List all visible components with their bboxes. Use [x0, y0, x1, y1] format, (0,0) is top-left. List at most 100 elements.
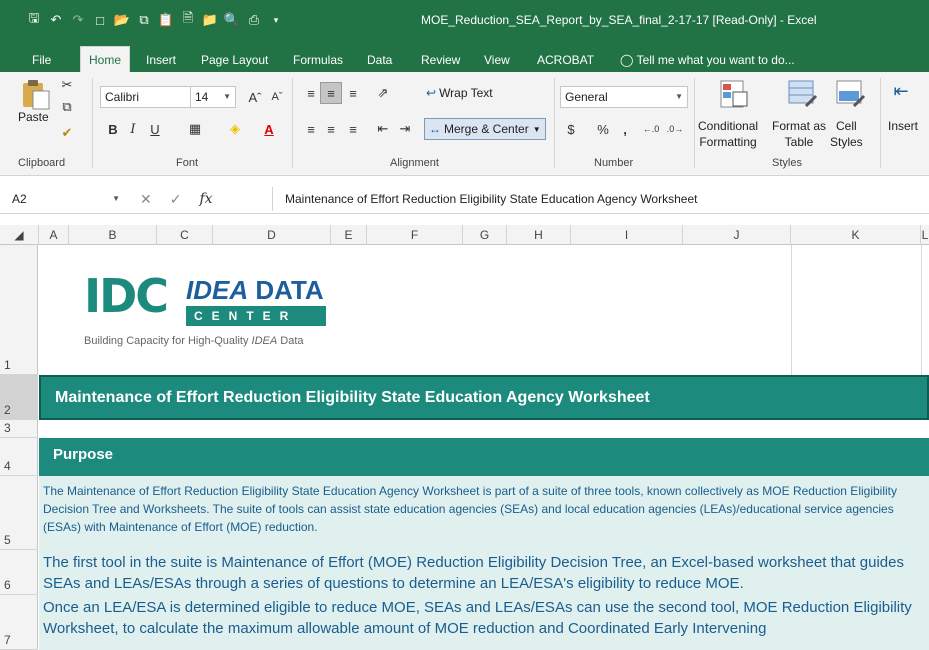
tell-me-text: Tell me what you want to do... — [636, 53, 795, 67]
grid-line — [921, 245, 922, 375]
conditional-formatting-button[interactable]: Conditional Formatting — [698, 118, 758, 150]
merge-center-button[interactable]: ↔ Merge & Center ▼ — [424, 118, 546, 140]
wrap-text-button[interactable]: ↩ Wrap Text — [426, 86, 493, 100]
italic-button[interactable]: I — [122, 118, 144, 140]
tab-review[interactable]: Review — [413, 48, 468, 72]
formula-input[interactable]: Maintenance of Effort Reduction Eligibil… — [272, 187, 929, 211]
purpose-heading-cell[interactable]: Purpose — [39, 438, 929, 476]
redo-icon[interactable]: ↷ — [70, 12, 86, 28]
paste-button[interactable]: Paste — [18, 110, 49, 124]
column-header[interactable]: E — [331, 225, 367, 245]
tab-acrobat[interactable]: ACROBAT — [529, 48, 602, 72]
chevron-down-icon: ▼ — [112, 194, 120, 203]
tab-file[interactable]: File — [24, 48, 59, 72]
open-folder-icon[interactable]: 📂 — [114, 12, 130, 28]
customize-qat-icon[interactable]: ▾ — [268, 12, 284, 28]
name-box-value: A2 — [12, 192, 27, 206]
insert-function-icon[interactable]: fx — [199, 191, 212, 207]
paste-icon[interactable] — [20, 78, 52, 110]
borders-icon[interactable]: ▦ — [184, 118, 206, 140]
underline-button[interactable]: U — [144, 118, 166, 140]
tab-formulas[interactable]: Formulas — [285, 48, 351, 72]
row-header[interactable]: 1 — [0, 245, 38, 375]
row-header[interactable]: 5 — [0, 476, 38, 550]
cell-styles-label-1: Cell — [836, 119, 857, 133]
column-header[interactable]: I — [571, 225, 683, 245]
tab-data[interactable]: Data — [359, 48, 400, 72]
decrease-indent-icon[interactable]: ⇤ — [372, 118, 394, 140]
currency-button[interactable]: $ — [560, 118, 582, 140]
new-file-icon[interactable]: □ — [92, 12, 108, 28]
print-preview-icon[interactable]: 🗎 — [180, 10, 196, 28]
increase-indent-icon[interactable]: ⇥ — [394, 118, 416, 140]
row-header[interactable]: 4 — [0, 438, 38, 476]
copy-icon[interactable]: ⧉ — [136, 12, 152, 28]
purpose-paragraph-1[interactable]: The Maintenance of Effort Reduction Elig… — [39, 476, 929, 550]
tell-me-box[interactable]: ◯ Tell me what you want to do... — [612, 48, 803, 72]
column-header[interactable]: G — [463, 225, 507, 245]
column-header[interactable]: A — [39, 225, 69, 245]
decrease-font-icon[interactable]: Aˇ — [266, 86, 288, 108]
cell-styles-label-2: Styles — [830, 135, 863, 149]
enter-icon[interactable]: ✓ — [170, 191, 182, 208]
fill-color-icon[interactable]: ◈ — [224, 118, 246, 140]
copy-icon[interactable]: ⧉ — [56, 96, 78, 118]
save-icon[interactable]: 🖫 — [26, 10, 42, 28]
column-header[interactable]: C — [157, 225, 213, 245]
name-box[interactable]: A2 ▼ — [8, 188, 126, 210]
format-painter-icon[interactable]: ✔ — [56, 122, 78, 144]
empty-row[interactable] — [39, 420, 929, 438]
tab-view[interactable]: View — [476, 48, 518, 72]
align-bottom-icon[interactable]: ≡ — [342, 82, 364, 104]
column-header[interactable]: B — [69, 225, 157, 245]
align-left-icon[interactable]: ≡ — [300, 118, 322, 140]
orientation-icon[interactable]: ⇗ — [372, 82, 394, 104]
number-format-select[interactable]: General ▼ — [560, 86, 688, 108]
column-header[interactable]: L — [921, 225, 929, 245]
increase-font-icon[interactable]: Aˆ — [244, 86, 266, 108]
column-header[interactable]: H — [507, 225, 571, 245]
align-top-icon[interactable]: ≡ — [300, 82, 322, 104]
row-header[interactable]: 3 — [0, 420, 38, 438]
comma-button[interactable]: , — [614, 118, 636, 140]
cell-styles-button[interactable]: Cell Styles — [830, 118, 863, 150]
column-header[interactable]: K — [791, 225, 921, 245]
undo-icon[interactable]: ↶ — [48, 12, 64, 28]
row-header[interactable]: 7 — [0, 595, 38, 650]
font-size-select[interactable]: 14 ▼ — [190, 86, 236, 108]
select-all-corner[interactable]: ◢ — [0, 225, 39, 245]
column-header[interactable]: F — [367, 225, 463, 245]
ribbon-home: Paste ✂ ⧉ ✔ Clipboard Calibri ▼ 14 ▼ Aˆ Aˇ… — [0, 72, 929, 176]
format-as-table-icon[interactable] — [786, 78, 818, 110]
row-header[interactable]: 2 — [0, 375, 38, 420]
print-icon[interactable]: ⎙ — [246, 12, 262, 28]
bold-button[interactable]: B — [102, 118, 124, 140]
folder-icon[interactable]: 📁 — [202, 12, 218, 28]
worksheet-title-cell[interactable]: Maintenance of Effort Reduction Eligibil… — [39, 375, 929, 420]
insert-cells-icon[interactable]: ⇤ — [890, 80, 912, 102]
cut-icon[interactable]: ✂ — [56, 74, 78, 96]
align-right-icon[interactable]: ≡ — [342, 118, 364, 140]
purpose-paragraph-2[interactable]: The first tool in the suite is Maintenan… — [39, 550, 929, 595]
font-color-icon[interactable]: A — [258, 118, 280, 140]
purpose-paragraph-3[interactable]: Once an LEA/ESA is determined eligible t… — [39, 595, 929, 650]
increase-decimal-icon[interactable]: ←.0 — [640, 118, 662, 140]
conditional-formatting-icon[interactable] — [718, 78, 750, 110]
insert-cells-button[interactable]: Insert — [888, 118, 918, 134]
format-as-table-button[interactable]: Format as Table — [772, 118, 826, 150]
tab-page-layout[interactable]: Page Layout — [193, 48, 276, 72]
paste-icon[interactable]: 📋 — [158, 12, 174, 28]
align-middle-icon[interactable]: ≡ — [320, 82, 342, 104]
row-header[interactable]: 6 — [0, 550, 38, 595]
tab-insert[interactable]: Insert — [138, 48, 184, 72]
decrease-decimal-icon[interactable]: .0→ — [664, 118, 686, 140]
column-header[interactable]: D — [213, 225, 331, 245]
align-center-icon[interactable]: ≡ — [320, 118, 342, 140]
preview-icon[interactable]: 🔍 — [224, 12, 240, 28]
cell-styles-icon[interactable] — [834, 78, 866, 110]
worksheet-grid[interactable]: IDC IDEA DATA CENTER Building Capacity f… — [39, 245, 929, 650]
percent-button[interactable]: % — [592, 118, 614, 140]
column-header[interactable]: J — [683, 225, 791, 245]
tab-home[interactable]: Home — [80, 46, 131, 72]
cancel-icon[interactable]: ✕ — [140, 191, 152, 208]
